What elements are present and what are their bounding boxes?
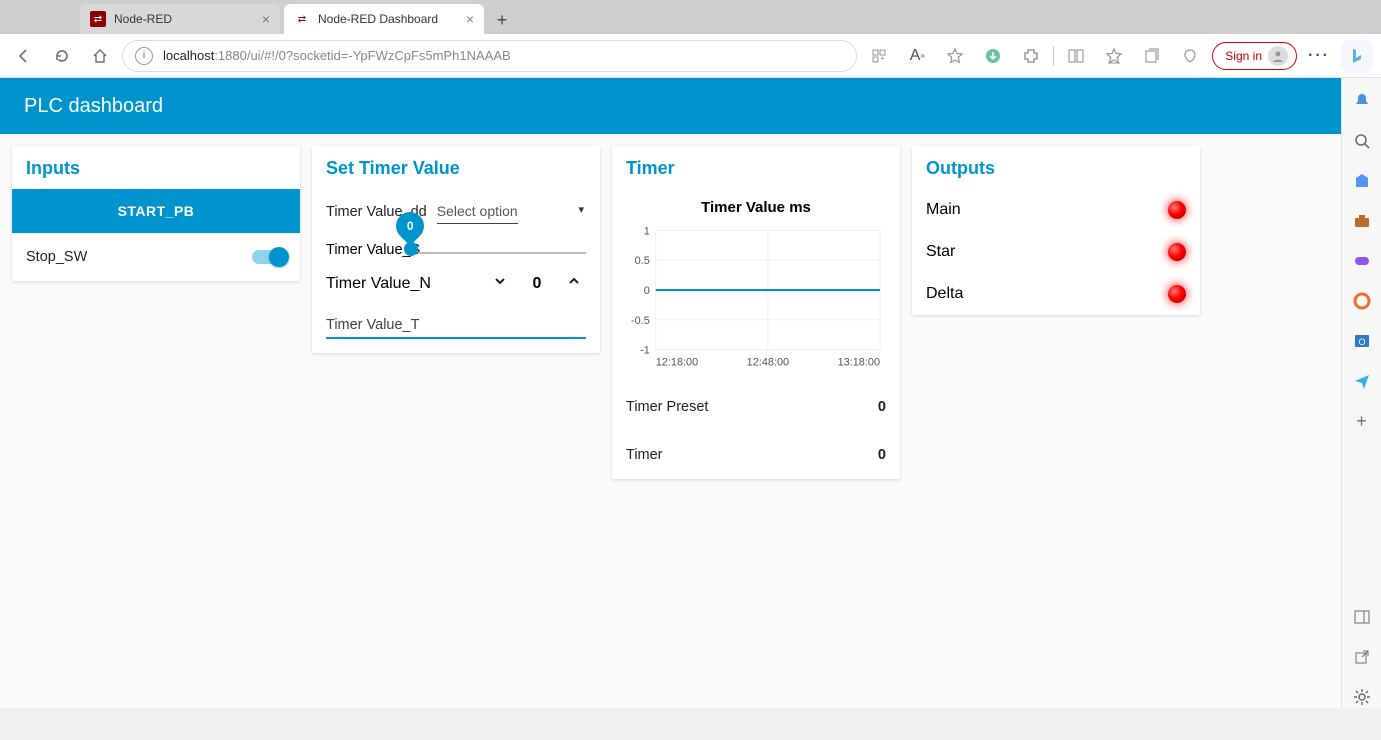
tab-node-red-dashboard[interactable]: ⇄ Node-RED Dashboard × xyxy=(284,4,484,34)
nav-back-button[interactable] xyxy=(8,40,40,72)
node-red-dashboard-favicon-icon: ⇄ xyxy=(294,11,310,27)
node-red-favicon-icon: ⇄ xyxy=(90,11,106,27)
read-aloud-icon[interactable]: A» xyxy=(901,40,933,72)
chart-area: 1 0.5 0 -0.5 -1 12:18:00 12:48:00 13:18:… xyxy=(612,220,900,383)
app-available-icon[interactable]: + xyxy=(863,40,895,72)
extensions-icon[interactable] xyxy=(1015,40,1047,72)
nav-home-button[interactable] xyxy=(84,40,116,72)
app-title: PLC dashboard xyxy=(24,95,163,118)
num-decrement-button[interactable] xyxy=(488,274,512,293)
collections-icon[interactable] xyxy=(1136,40,1168,72)
card-title: Inputs xyxy=(12,146,300,189)
idm-icon[interactable] xyxy=(977,40,1009,72)
card-timer: Timer Timer Value ms xyxy=(612,146,900,479)
svg-text:12:18:00: 12:18:00 xyxy=(656,356,698,368)
card-title: Set Timer Value xyxy=(312,146,600,189)
timer-label: Timer xyxy=(626,447,663,463)
sidebar-m365-icon[interactable] xyxy=(1351,290,1373,312)
tabstrip: ⇄ Node-RED × ⇄ Node-RED Dashboard × + xyxy=(0,0,1381,34)
num-increment-button[interactable] xyxy=(562,274,586,293)
signin-button[interactable]: Sign in xyxy=(1212,42,1297,70)
sidebar-shopping-icon[interactable] xyxy=(1351,170,1373,192)
svg-text:+: + xyxy=(880,54,885,63)
timer-chart: 1 0.5 0 -0.5 -1 12:18:00 12:48:00 13:18:… xyxy=(620,220,888,370)
led-indicator-icon xyxy=(1168,201,1186,219)
nav-refresh-button[interactable] xyxy=(46,40,78,72)
card-set-timer: Set Timer Value Timer Value_dd Select op… xyxy=(312,146,600,353)
output-row-delta: Delta xyxy=(912,273,1200,315)
tab-node-red[interactable]: ⇄ Node-RED × xyxy=(80,4,280,34)
url-host: localhost xyxy=(163,48,214,63)
url-path: :1880/ui/#!/0?socketid=-YpFWzCpFs5mPh1NA… xyxy=(214,48,510,63)
chart-title: Timer Value ms xyxy=(612,189,900,220)
timer-text-input[interactable] xyxy=(326,311,586,339)
output-label: Star xyxy=(926,243,955,261)
edge-sidebar: O + xyxy=(1341,78,1381,708)
output-row-star: Star xyxy=(912,231,1200,273)
tab-close-button[interactable]: × xyxy=(262,11,270,27)
sidebar-outlook-icon[interactable]: O xyxy=(1351,330,1373,352)
svg-text:13:18:00: 13:18:00 xyxy=(838,356,880,368)
app-header: PLC dashboard xyxy=(0,78,1341,134)
favorites-bar-icon[interactable] xyxy=(1098,40,1130,72)
tab-title: Node-RED xyxy=(114,12,256,26)
site-info-icon[interactable]: i xyxy=(135,47,153,65)
svg-text:-1: -1 xyxy=(640,345,650,357)
sidebar-settings-icon[interactable] xyxy=(1351,686,1373,708)
svg-text:-0.5: -0.5 xyxy=(631,315,650,327)
slider-thumb[interactable] xyxy=(404,242,418,256)
svg-text:12:48:00: 12:48:00 xyxy=(747,356,789,368)
bing-chat-icon[interactable] xyxy=(1341,40,1373,72)
stop-sw-label: Stop_SW xyxy=(26,249,87,265)
output-label: Main xyxy=(926,201,961,219)
card-title: Timer xyxy=(612,146,900,189)
signin-label: Sign in xyxy=(1225,49,1262,63)
sidebar-search-icon[interactable] xyxy=(1351,130,1373,152)
sidebar-notifications-icon[interactable] xyxy=(1351,90,1373,112)
browser-essentials-icon[interactable] xyxy=(1174,40,1206,72)
timer-preset-value: 0 xyxy=(878,399,886,415)
tab-close-button[interactable]: × xyxy=(466,11,474,27)
svg-text:O: O xyxy=(1358,337,1365,347)
card-title: Outputs xyxy=(912,146,1200,189)
more-menu-button[interactable]: ··· xyxy=(1303,40,1335,72)
svg-text:0.5: 0.5 xyxy=(635,255,650,267)
address-bar: i localhost:1880/ui/#!/0?socketid=-YpFWz… xyxy=(0,34,1381,78)
led-indicator-icon xyxy=(1168,243,1186,261)
timer-dd-select[interactable]: Select option xyxy=(437,199,518,224)
sidebar-add-icon[interactable]: + xyxy=(1351,410,1373,432)
split-screen-icon[interactable] xyxy=(1060,40,1092,72)
timer-preset-label: Timer Preset xyxy=(626,399,708,415)
sidebar-panel-icon[interactable] xyxy=(1351,606,1373,628)
sidebar-tools-icon[interactable] xyxy=(1351,210,1373,232)
card-outputs: Outputs Main Star Delta xyxy=(912,146,1200,315)
led-indicator-icon xyxy=(1168,285,1186,303)
url-input[interactable]: i localhost:1880/ui/#!/0?socketid=-YpFWz… xyxy=(122,40,857,72)
stop-sw-switch[interactable] xyxy=(252,250,286,264)
favorite-star-icon[interactable] xyxy=(939,40,971,72)
profile-avatar-icon xyxy=(1268,46,1288,66)
sidebar-popout-icon[interactable] xyxy=(1351,646,1373,668)
timer-slider[interactable] xyxy=(418,252,586,254)
tab-title: Node-RED Dashboard xyxy=(318,12,460,26)
timer-value: 0 xyxy=(878,447,886,463)
svg-text:0: 0 xyxy=(644,285,650,297)
sidebar-send-icon[interactable] xyxy=(1351,370,1373,392)
new-tab-button[interactable]: + xyxy=(488,6,516,34)
svg-text:1: 1 xyxy=(644,225,650,237)
output-row-main: Main xyxy=(912,189,1200,231)
card-inputs: Inputs START_PB Stop_SW xyxy=(12,146,300,281)
timer-num-label: Timer Value_N xyxy=(326,275,478,293)
sidebar-games-icon[interactable] xyxy=(1351,250,1373,272)
start-pb-button[interactable]: START_PB xyxy=(12,189,300,233)
timer-num-value: 0 xyxy=(522,275,552,293)
output-label: Delta xyxy=(926,285,963,303)
